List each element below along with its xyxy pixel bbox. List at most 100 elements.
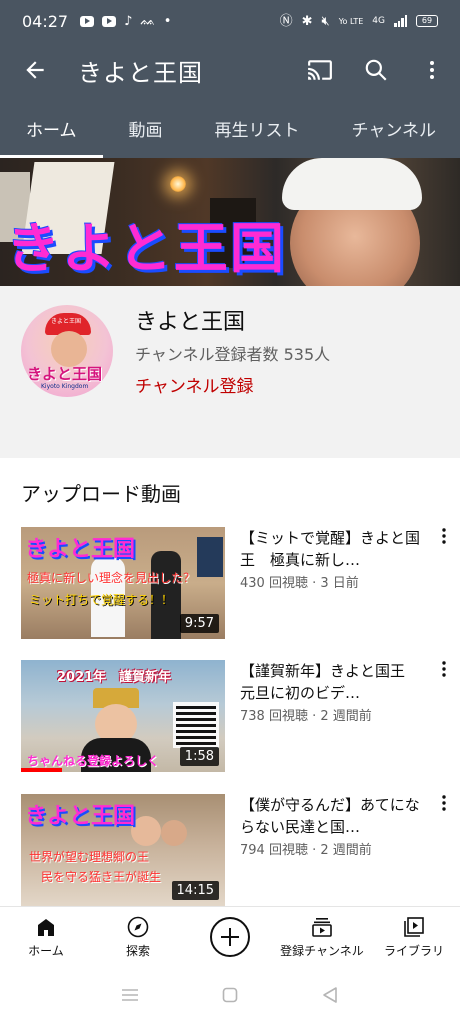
watch-progress-bar — [21, 768, 62, 772]
thumb-person — [131, 816, 161, 846]
back-arrow-icon — [26, 61, 44, 79]
avatar-title: きよと王国 — [27, 365, 103, 383]
video-menu-button[interactable] — [434, 660, 454, 690]
avatar-face — [51, 331, 87, 367]
youtube-notification-icon-2 — [102, 15, 117, 27]
video-meta: 794 回視聴 · 2 週間前 — [240, 843, 372, 858]
nav-subscriptions[interactable]: 登録チャンネル — [276, 907, 368, 966]
more-vert-icon — [430, 61, 434, 79]
more-vert-icon — [442, 528, 446, 544]
back-button[interactable] — [0, 42, 70, 98]
qr-code — [173, 702, 219, 748]
video-duration: 14:15 — [171, 881, 219, 900]
tab-home[interactable]: ホーム — [0, 98, 103, 158]
bluetooth-icon: ✱ — [301, 13, 313, 29]
tab-playlists[interactable]: 再生リスト — [189, 98, 326, 158]
video-meta: 430 回視聴 · 3 日前 — [240, 576, 359, 591]
more-options-button[interactable] — [404, 42, 460, 98]
channel-name: きよと王国 — [135, 310, 246, 335]
search-icon — [365, 59, 387, 81]
triangle-back-icon — [323, 987, 337, 1003]
thumb-caption: ちゃんねる登録よろしく — [27, 754, 160, 768]
avatar-cap-text: きよと王国 — [51, 318, 82, 325]
thumb-caption-2: ミット打ちで覚醒する！！ — [29, 593, 174, 607]
video-thumbnail[interactable]: 2021年 謹賀新年 ちゃんねる登録よろしく 1:58 — [21, 660, 225, 772]
thumb-caption: 極真に新しい理念を見出した？ — [27, 571, 196, 585]
channel-avatar[interactable]: きよと王国 きよと王国 Kiyoto Kingdom — [21, 305, 113, 397]
nav-home[interactable]: ホーム — [0, 907, 92, 966]
square-icon — [222, 987, 238, 1003]
thumb-title: きよと王国 — [25, 804, 136, 829]
mute-icon: 🔇︎ — [321, 13, 330, 29]
video-row[interactable]: きよと王国 世界が望む理想郷の王 民を守る猛き王が誕生 14:15 【僕が守るん… — [0, 794, 460, 906]
page-title: きよと王国 — [78, 58, 203, 87]
tab-home-label: ホーム — [26, 120, 77, 141]
cat-app-icon: ᨐ — [140, 13, 156, 29]
system-navigation-bar — [0, 966, 460, 1024]
home-icon — [38, 919, 54, 936]
cast-icon — [308, 60, 332, 80]
channel-banner: きよと王国 — [0, 158, 460, 286]
battery-icon: 69 — [416, 15, 438, 27]
thumb-caption: 世界が望む理想郷の王 — [29, 850, 150, 864]
tab-channels-label: チャンネル — [351, 120, 437, 141]
nav-home-label: ホーム — [28, 944, 64, 958]
library-icon — [404, 917, 424, 937]
app-bar: きよと王国 — [0, 42, 460, 98]
back-system-button[interactable] — [315, 980, 345, 1010]
thumb-caption-2: 民を守る猛き王が誕生 — [41, 870, 162, 884]
subscriber-count: チャンネル登録者数 535人 — [135, 345, 331, 364]
nav-library-label: ライブラリ — [383, 944, 444, 958]
explore-icon — [127, 916, 149, 938]
nav-library[interactable]: ライブラリ — [368, 907, 460, 966]
video-title[interactable]: 【僕が守るんだ】あてにならない民達と国… — [240, 794, 424, 838]
video-meta: 738 回視聴 · 2 週間前 — [240, 709, 372, 724]
tab-videos-label: 動画 — [128, 120, 163, 141]
more-notifications-dot-icon: • — [163, 13, 172, 29]
video-title[interactable]: 【謹賀新年】きよと国王 元旦に初のビデ… — [240, 660, 424, 704]
volte-label: Yo LTE — [338, 16, 364, 26]
home-system-button[interactable] — [215, 980, 245, 1010]
signal-icon — [394, 15, 407, 27]
recents-button[interactable] — [115, 980, 145, 1010]
thumb-window — [197, 537, 223, 577]
channel-tabs: ホーム 動画 再生リスト チャンネル — [0, 98, 460, 158]
tab-playlists-label: 再生リスト — [214, 120, 300, 141]
video-menu-button[interactable] — [434, 794, 454, 824]
video-menu-button[interactable] — [434, 527, 454, 557]
video-thumbnail[interactable]: きよと王国 極真に新しい理念を見出した？ ミット打ちで覚醒する！！ 9:57 — [21, 527, 225, 639]
tab-videos[interactable]: 動画 — [103, 98, 189, 158]
youtube-notification-icon — [80, 15, 95, 27]
video-thumbnail[interactable]: きよと王国 世界が望む理想郷の王 民を守る猛き王が誕生 14:15 — [21, 794, 225, 906]
more-vert-icon — [442, 661, 446, 677]
create-icon — [210, 916, 250, 957]
thumb-title: 2021年 謹賀新年 — [57, 670, 172, 685]
thumb-title: きよと王国 — [25, 537, 136, 562]
thumb-person-2 — [161, 820, 187, 846]
status-bar: 04:27 ♪ ᨐ • Ⓝ ✱ 🔇︎ Yo LTE 4G 69 — [0, 0, 460, 42]
video-title[interactable]: 【ミットで覚醒】きよと国王 極真に新し… — [240, 527, 424, 571]
menu-lines-icon — [122, 989, 138, 1001]
channel-info: きよと王国 きよと王国 Kiyoto Kingdom きよと王国 チャンネル登録… — [0, 286, 460, 458]
nav-explore[interactable]: 探索 — [92, 907, 184, 966]
avatar-subtitle: Kiyoto Kingdom — [41, 383, 89, 390]
banner-beanie — [282, 158, 422, 210]
status-time: 04:27 — [22, 11, 69, 31]
video-duration: 1:58 — [179, 747, 219, 766]
banner-lamp — [170, 176, 186, 192]
banner-title: きよと王国 — [6, 217, 286, 280]
subscriptions-icon — [312, 918, 332, 937]
nav-create[interactable] — [184, 907, 276, 966]
nav-explore-label: 探索 — [125, 944, 150, 958]
network-type: 4G — [372, 16, 385, 26]
bottom-nav: ホーム 探索 登録チャンネル ライブラリ — [0, 906, 460, 966]
tab-channels[interactable]: チャンネル — [326, 98, 460, 158]
subscribe-button[interactable]: チャンネル登録 — [135, 372, 254, 397]
more-vert-icon — [442, 795, 446, 811]
video-row[interactable]: 2021年 謹賀新年 ちゃんねる登録よろしく 1:58 【謹賀新年】きよと国王 … — [0, 660, 460, 772]
video-row[interactable]: きよと王国 極真に新しい理念を見出した？ ミット打ちで覚醒する！！ 9:57 【… — [0, 527, 460, 639]
search-button[interactable] — [348, 42, 404, 98]
tiktok-icon: ♪ — [124, 13, 133, 29]
cast-button[interactable] — [292, 42, 348, 98]
uploads-heading[interactable]: アップロード動画 — [21, 478, 181, 507]
